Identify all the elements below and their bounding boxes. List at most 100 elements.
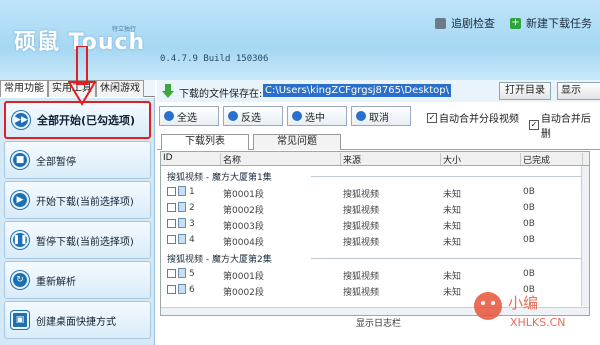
- start-download-label: 开始下载(当前选择项): [36, 196, 134, 208]
- row-name: 第0002段: [223, 288, 264, 298]
- row-checkbox[interactable]: [167, 235, 176, 244]
- auto-merge-option[interactable]: ✓ 自动合并分段视频: [427, 110, 519, 125]
- monitor-icon: [435, 17, 446, 29]
- col-size[interactable]: 大小: [441, 153, 521, 166]
- row-size: 未知: [443, 222, 462, 232]
- row-size: 未知: [443, 238, 462, 248]
- row-done: 0B: [523, 219, 535, 229]
- watermark-logo: 小编 XHLKS.CN: [474, 292, 566, 329]
- row-checkbox[interactable]: [167, 203, 176, 212]
- plus-icon: +: [510, 16, 521, 29]
- desktop-shortcut-button[interactable]: ▣ 创建桌面快捷方式: [4, 301, 151, 339]
- row-size: 未知: [443, 206, 462, 216]
- reparse-button[interactable]: ↻ 重新解析: [4, 261, 151, 299]
- show-button[interactable]: 显示: [557, 82, 600, 100]
- pause-download-label: 暂停下载(当前选择项): [36, 236, 134, 248]
- row-name: 第0001段: [223, 272, 264, 282]
- row-id: 3: [189, 219, 195, 229]
- table-row[interactable]: 4 第0004段 搜狐视频 未知 0B: [161, 232, 589, 248]
- row-done: 0B: [523, 235, 535, 245]
- col-done[interactable]: 已完成: [521, 153, 583, 166]
- auto-merge-checkbox[interactable]: ✓: [427, 112, 437, 123]
- pause-all-button[interactable]: ■ 全部暂停: [4, 141, 151, 179]
- file-icon: [178, 268, 186, 278]
- auto-merge-delete-checkbox[interactable]: ✓: [529, 120, 539, 130]
- cancel-button[interactable]: 取消: [351, 106, 411, 126]
- row-checkbox[interactable]: [167, 269, 176, 278]
- row-name: 第0003段: [223, 222, 264, 232]
- group-divider: [311, 258, 585, 259]
- drama-check-link[interactable]: 追剧检查: [435, 15, 495, 31]
- row-checkbox[interactable]: [167, 285, 176, 294]
- file-icon: [178, 234, 186, 244]
- save-path-field[interactable]: C:\Users\kingZCFgrgsj8765\Desktop\: [263, 84, 451, 97]
- open-dir-button[interactable]: 打开目录: [499, 82, 551, 100]
- watermark-en: XHLKS.CN: [510, 316, 566, 329]
- invert-label: 反选: [241, 112, 261, 124]
- save-path-label: 下载的文件保存在:: [179, 89, 263, 100]
- row-source: 搜狐视频: [343, 206, 380, 216]
- pause-all-label: 全部暂停: [36, 156, 76, 168]
- annotation-arrow-icon: [68, 46, 96, 106]
- row-done: 0B: [523, 269, 535, 279]
- row-name: 第0002段: [223, 206, 264, 216]
- tab-faq[interactable]: 常见问题: [253, 134, 341, 150]
- file-icon: [178, 186, 186, 196]
- cancel-icon: [356, 111, 366, 121]
- shortcut-icon: ▣: [11, 311, 29, 329]
- show-label: 显示: [561, 85, 581, 96]
- row-checkbox[interactable]: [167, 219, 176, 228]
- select-all-label: 全选: [177, 112, 197, 124]
- row-done: 0B: [523, 187, 535, 197]
- table-row[interactable]: 2 第0002段 搜狐视频 未知 0B: [161, 200, 589, 216]
- drama-check-label: 追剧检查: [451, 17, 495, 30]
- refresh-icon: ↻: [11, 271, 29, 289]
- select-label: 选中: [305, 112, 325, 124]
- start-all-label: 全部开始(已勾选项): [37, 114, 136, 127]
- col-id[interactable]: ID: [161, 153, 221, 165]
- row-source: 搜狐视频: [343, 272, 380, 282]
- row-source: 搜狐视频: [343, 238, 380, 248]
- select-button[interactable]: 选中: [287, 106, 347, 126]
- row-size: 未知: [443, 272, 462, 282]
- watermark-cn: 小编: [508, 294, 538, 312]
- row-source: 搜狐视频: [343, 190, 380, 200]
- row-id: 4: [189, 235, 195, 245]
- row-size: 未知: [443, 288, 462, 298]
- new-task-link[interactable]: + 新建下载任务: [510, 15, 592, 31]
- col-source[interactable]: 来源: [341, 153, 441, 166]
- auto-merge-label: 自动合并分段视频: [439, 114, 519, 125]
- download-arrow-icon: [162, 84, 174, 98]
- group-title-1: 搜狐视频 - 魔方大厦第1集: [167, 173, 272, 183]
- table-row[interactable]: 5 第0001段 搜狐视频 未知 0B: [161, 266, 589, 282]
- row-id: 6: [189, 285, 195, 295]
- play-icon: ▶: [11, 191, 29, 209]
- tab-games[interactable]: 休闲游戏: [96, 80, 144, 97]
- group-title-2: 搜狐视频 - 魔方大厦第2集: [167, 255, 272, 265]
- sidebar: ▶▶ 全部开始(已勾选项) ■ 全部暂停 ▶ 开始下载(当前选择项) ❚❚ 暂停…: [0, 98, 155, 345]
- pause-download-button[interactable]: ❚❚ 暂停下载(当前选择项): [4, 221, 151, 259]
- row-done: 0B: [523, 203, 535, 213]
- table-row[interactable]: 3 第0003段 搜狐视频 未知 0B: [161, 216, 589, 232]
- reparse-label: 重新解析: [36, 276, 76, 288]
- select-all-button[interactable]: 全选: [159, 106, 219, 126]
- select-icon: [292, 111, 302, 121]
- invert-button[interactable]: 反选: [223, 106, 283, 126]
- row-checkbox[interactable]: [167, 187, 176, 196]
- row-source: 搜狐视频: [343, 288, 380, 298]
- row-name: 第0004段: [223, 238, 264, 248]
- row-id: 5: [189, 269, 195, 279]
- table-row[interactable]: 1 第0001段 搜狐视频 未知 0B: [161, 184, 589, 200]
- col-name[interactable]: 名称: [221, 153, 341, 166]
- file-icon: [178, 202, 186, 212]
- tab-download-list[interactable]: 下载列表: [161, 134, 249, 150]
- start-all-button[interactable]: ▶▶ 全部开始(已勾选项): [4, 101, 151, 139]
- table-header: ID 名称 来源 大小 已完成: [161, 152, 589, 166]
- start-download-button[interactable]: ▶ 开始下载(当前选择项): [4, 181, 151, 219]
- tab-common[interactable]: 常用功能: [0, 80, 48, 97]
- desktop-shortcut-label: 创建桌面快捷方式: [36, 316, 116, 328]
- row-name: 第0001段: [223, 190, 264, 200]
- save-path-bar: 下载的文件保存在: C:\Users\kingZCFgrgsj8765\Desk…: [157, 80, 600, 102]
- stop-icon: ■: [11, 151, 29, 169]
- row-source: 搜狐视频: [343, 222, 380, 232]
